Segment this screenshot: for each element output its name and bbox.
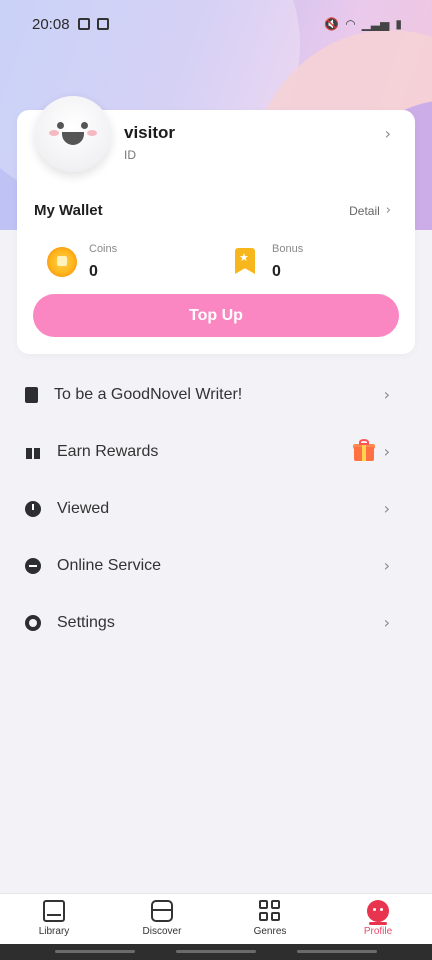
gift-box-icon <box>353 439 375 461</box>
avatar-cheek <box>87 130 97 136</box>
avatar-eye <box>57 122 64 129</box>
bonus-icon <box>235 248 255 274</box>
menu-item-label: Earn Rewards <box>57 442 159 460</box>
discover-icon <box>151 900 173 922</box>
detail-label: Detail <box>349 203 380 218</box>
genres-icon <box>259 900 281 922</box>
chevron-right-icon: › <box>383 556 390 575</box>
avatar[interactable] <box>35 96 111 172</box>
avatar-eye <box>81 122 88 129</box>
top-up-button[interactable]: Top Up <box>33 294 399 337</box>
coins-label: Coins <box>89 243 118 255</box>
library-icon <box>43 900 65 922</box>
menu-item-label: To be a GoodNovel Writer! <box>54 385 243 403</box>
wallet-title: My Wallet <box>34 202 103 219</box>
menu-item-label: Online Service <box>57 556 162 574</box>
bonus-value: 0 <box>272 263 281 280</box>
clock-icon <box>25 500 41 517</box>
menu-item-writer[interactable]: To be a GoodNovel Writer! › <box>0 366 432 423</box>
gear-icon <box>25 614 41 631</box>
nav-gesture-bar[interactable] <box>55 950 135 953</box>
avatar-cheek <box>49 130 59 136</box>
writer-icon <box>25 386 38 403</box>
menu-list: To be a GoodNovel Writer! › Earn Rewards… <box>0 366 432 651</box>
menu-item-label: Settings <box>57 613 115 631</box>
gift-icon <box>25 444 41 460</box>
nav-gesture-bar[interactable] <box>297 950 377 953</box>
menu-item-earn-rewards[interactable]: Earn Rewards › <box>0 423 432 480</box>
nav-genres[interactable]: Genres <box>216 894 324 944</box>
nav-profile[interactable]: Profile <box>324 894 432 944</box>
status-time: 20:08 <box>32 15 70 33</box>
username[interactable]: visitor <box>124 123 175 143</box>
coin-icon <box>47 247 77 277</box>
profile-icon <box>367 900 389 925</box>
mute-icon: 🔇 <box>324 17 340 31</box>
notification-icon <box>77 18 90 30</box>
nav-gesture-bar[interactable] <box>176 950 256 953</box>
nav-library[interactable]: Library <box>0 894 108 944</box>
chat-icon <box>25 557 41 574</box>
nav-label: Profile <box>363 926 393 937</box>
profile-card: visitor ID › My Wallet Detail › Coins 0 … <box>17 96 415 354</box>
status-bar: 20:08 🔇 ◠ ▁▃▅ ▮ <box>0 0 432 48</box>
menu-item-settings[interactable]: Settings › <box>0 594 432 651</box>
chevron-right-icon: › <box>383 499 390 518</box>
menu-item-label: Viewed <box>57 499 110 517</box>
signal-icon: ▁▃▅ <box>361 17 390 31</box>
avatar-mouth <box>62 132 84 145</box>
battery-icon: ▮ <box>395 17 402 31</box>
chevron-right-icon: › <box>383 442 390 461</box>
wallet-detail-link[interactable]: Detail › <box>349 203 391 218</box>
status-icons: 🔇 ◠ ▁▃▅ ▮ <box>324 17 402 31</box>
bonus-label: Bonus <box>272 243 304 255</box>
nav-label: Discover <box>142 926 182 937</box>
wifi-icon: ◠ <box>345 17 356 31</box>
chevron-right-icon: › <box>383 613 390 632</box>
bottom-nav: Library Discover Genres Profile <box>0 893 432 944</box>
nav-label: Library <box>38 926 70 937</box>
nav-label: Genres <box>253 926 287 937</box>
chevron-right-icon: › <box>383 385 390 404</box>
user-id: ID <box>124 148 136 162</box>
nav-discover[interactable]: Discover <box>108 894 216 944</box>
coins-value: 0 <box>89 263 98 280</box>
chevron-right-icon[interactable]: › <box>385 124 391 143</box>
menu-item-online-service[interactable]: Online Service › <box>0 537 432 594</box>
system-navigation-bar <box>0 944 432 960</box>
image-icon <box>96 18 109 30</box>
menu-item-viewed[interactable]: Viewed › <box>0 480 432 537</box>
chevron-right-icon: › <box>385 203 391 218</box>
